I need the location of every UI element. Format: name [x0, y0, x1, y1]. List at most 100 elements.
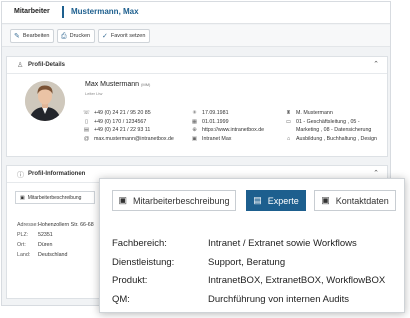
- entry-date-value: 01.01.1999: [202, 118, 229, 125]
- intranet-value: Intranet Max: [202, 135, 232, 142]
- country-row: Land: Deutschland: [17, 252, 94, 262]
- breadcrumb-divider: [62, 6, 64, 18]
- expert-popup: ▣ Mitarbeiterbeschreibung ▤ Experte ▣ Ko…: [99, 178, 405, 313]
- globe-icon: ⊕: [192, 127, 197, 134]
- calendar-icon: ▦: [191, 118, 198, 125]
- profile-name-suffix: (MM): [141, 82, 151, 87]
- contact-phone-value: +49 (0) 24 21 / 95 20 85: [94, 110, 151, 117]
- department-value: 01 - Geschäftsleitung , 05 -: [296, 118, 360, 125]
- tab-kontaktdaten[interactable]: ▣ Kontaktdaten: [314, 190, 396, 211]
- intranet-row[interactable]: ▣ Intranet Max: [191, 135, 264, 144]
- edit-button[interactable]: ✎ Bearbeiten: [10, 29, 55, 43]
- email-icon: @: [83, 135, 90, 142]
- personal-column: ✳ 17.09.1981 ▦ 01.01.1999 ⊕ https://www.int…: [191, 109, 264, 143]
- department-value-cont: Marketing , 08 - Datensicherung: [296, 127, 372, 134]
- tab-mitarbeiterbeschreibung[interactable]: ▣ Mitarbeiterbeschreibung: [15, 191, 95, 204]
- field-label: Dienstleistung:: [112, 256, 175, 268]
- website-row[interactable]: ⊕ https://www.intranetbox.de: [191, 126, 264, 135]
- contact-column: ☏ +49 (0) 24 21 / 95 20 85 ▯ +49 (0) 170 /…: [83, 109, 174, 143]
- field-qm: QM: Durchführung von internen Audits: [112, 290, 385, 309]
- field-label: Produkt:: [112, 275, 148, 287]
- contact-fax: ▤ +49 (0) 24 21 / 22 93 11: [83, 126, 174, 135]
- profile-details-card: ♙ Profil-Details ⌃ Max Mustermann (MM) L…: [6, 56, 388, 157]
- tab-mitarbeiterbeschreibung-large[interactable]: ▣ Mitarbeiterbeschreibung: [112, 190, 236, 211]
- zip-row: PLZ: 52351: [17, 232, 94, 242]
- field-label: Fachbereich:: [112, 237, 167, 249]
- tab-experte[interactable]: ▤ Experte: [246, 190, 306, 211]
- org-column: ♜ M. Mustermann ▭ 01 - Geschäftsleitung , …: [285, 109, 377, 143]
- contact-email[interactable]: @ max.mustermann@intranetbox.de: [83, 135, 174, 144]
- favorite-button[interactable]: ✓ Favorit setzen: [98, 29, 151, 43]
- manager-icon: ♜: [286, 110, 291, 117]
- department-row-cont: Marketing , 08 - Datensicherung: [285, 126, 377, 135]
- tab-label: Experte: [267, 195, 299, 206]
- user-icon: ♙: [17, 62, 24, 69]
- profile-details-title: Profil-Details: [28, 62, 66, 68]
- address-block: Adresse: Hohenzollern Str. 66-68 PLZ: 5235…: [17, 222, 94, 262]
- address-row: Adresse: Hohenzollern Str. 66-68: [17, 222, 94, 232]
- city-value: Düren: [38, 242, 53, 248]
- address-value: Hohenzollern Str. 66-68: [38, 222, 94, 228]
- contact-mobile-value: +49 (0) 170 / 1234567: [94, 118, 147, 125]
- field-value: Durchführung von internen Audits: [208, 293, 350, 305]
- tab-label: Mitarbeiterbeschreibung: [27, 194, 82, 201]
- city-label: Ort:: [17, 242, 26, 248]
- training-row: ⌂ Ausbildung , Buchhaltung , Design: [285, 135, 377, 144]
- contact-email-value: max.mustermann@intranetbox.de: [94, 135, 174, 142]
- training-icon: ⌂: [286, 135, 291, 142]
- country-label: Land:: [17, 252, 31, 258]
- header-bar: Mitarbeiter Mustermann, Max: [2, 2, 390, 24]
- manager-value: M. Mustermann: [296, 110, 333, 117]
- chevron-up-icon[interactable]: ⌃: [373, 60, 379, 68]
- fax-icon: ▤: [83, 127, 90, 134]
- contact-fax-value: +49 (0) 24 21 / 22 93 11: [94, 127, 151, 134]
- tab-label: Mitarbeiterbeschreibung: [132, 195, 230, 206]
- printer-icon: ⎙: [61, 32, 67, 40]
- profile-name-text: Max Mustermann: [85, 81, 140, 88]
- field-produkt: Produkt: IntranetBOX, ExtranetBOX, Workfl…: [112, 271, 385, 290]
- profile-details-header[interactable]: ♙ Profil-Details ⌃: [7, 57, 387, 74]
- field-value: IntranetBOX, ExtranetBOX, WorkflowBOX: [208, 275, 386, 287]
- field-value: Intranet / Extranet sowie Workflows: [208, 237, 357, 249]
- id-card-icon: ▣: [20, 194, 25, 201]
- expert-fields: Fachbereich: Intranet / Extranet sowie Wo…: [112, 234, 385, 309]
- contact-phone[interactable]: ☏ +49 (0) 24 21 / 95 20 85: [83, 109, 174, 118]
- chevron-up-icon[interactable]: ⌃: [373, 169, 379, 177]
- pencil-icon: ✎: [14, 32, 20, 40]
- address-label: Adresse:: [17, 222, 38, 228]
- department-icon: ▭: [285, 118, 292, 125]
- birthday-icon: ✳: [192, 110, 197, 117]
- profile-info-title: Profil-Informationen: [28, 171, 86, 177]
- toolbar: ✎ Bearbeiten ⎙ Drucken ✓ Favorit setzen: [2, 25, 390, 47]
- print-button[interactable]: ⎙ Drucken: [57, 29, 96, 43]
- city-row: Ort: Düren: [17, 242, 94, 252]
- entry-date-row: ▦ 01.01.1999: [191, 118, 264, 127]
- birthday-row: ✳ 17.09.1981: [191, 109, 264, 118]
- zip-value: 52351: [38, 232, 53, 238]
- field-label: QM:: [112, 293, 130, 305]
- breadcrumb-section[interactable]: Mitarbeiter: [14, 8, 50, 15]
- avatar: [25, 81, 65, 121]
- profile-name: Max Mustermann (MM): [85, 81, 150, 88]
- training-value: Ausbildung , Buchhaltung , Design: [296, 135, 377, 142]
- intranet-icon: ▣: [191, 135, 198, 142]
- phone-icon: ☏: [83, 110, 90, 117]
- mobile-icon: ▯: [84, 118, 89, 125]
- manager-row[interactable]: ♜ M. Mustermann: [285, 109, 377, 118]
- id-card-icon: ▣: [118, 195, 127, 205]
- favorite-button-label: Favorit setzen: [110, 33, 146, 39]
- id-card-icon: ▣: [321, 195, 330, 205]
- info-icon: ⓘ: [17, 172, 24, 179]
- edit-button-label: Bearbeiten: [22, 33, 50, 39]
- contact-mobile[interactable]: ▯ +49 (0) 170 / 1234567: [83, 118, 174, 127]
- field-fachbereich: Fachbereich: Intranet / Extranet sowie Wo…: [112, 234, 385, 253]
- field-dienstleistung: Dienstleistung: Support, Beratung: [112, 253, 385, 272]
- document-icon: ▤: [253, 195, 262, 205]
- profile-role: Leiter Ltw: [85, 91, 103, 96]
- country-value: Deutschland: [38, 252, 68, 258]
- page-title: Mustermann, Max: [71, 7, 139, 16]
- department-row: ▭ 01 - Geschäftsleitung , 05 -: [285, 118, 377, 127]
- birthday-value: 17.09.1981: [202, 110, 229, 117]
- tab-label: Kontaktdaten: [335, 195, 389, 206]
- check-icon: ✓: [102, 32, 108, 40]
